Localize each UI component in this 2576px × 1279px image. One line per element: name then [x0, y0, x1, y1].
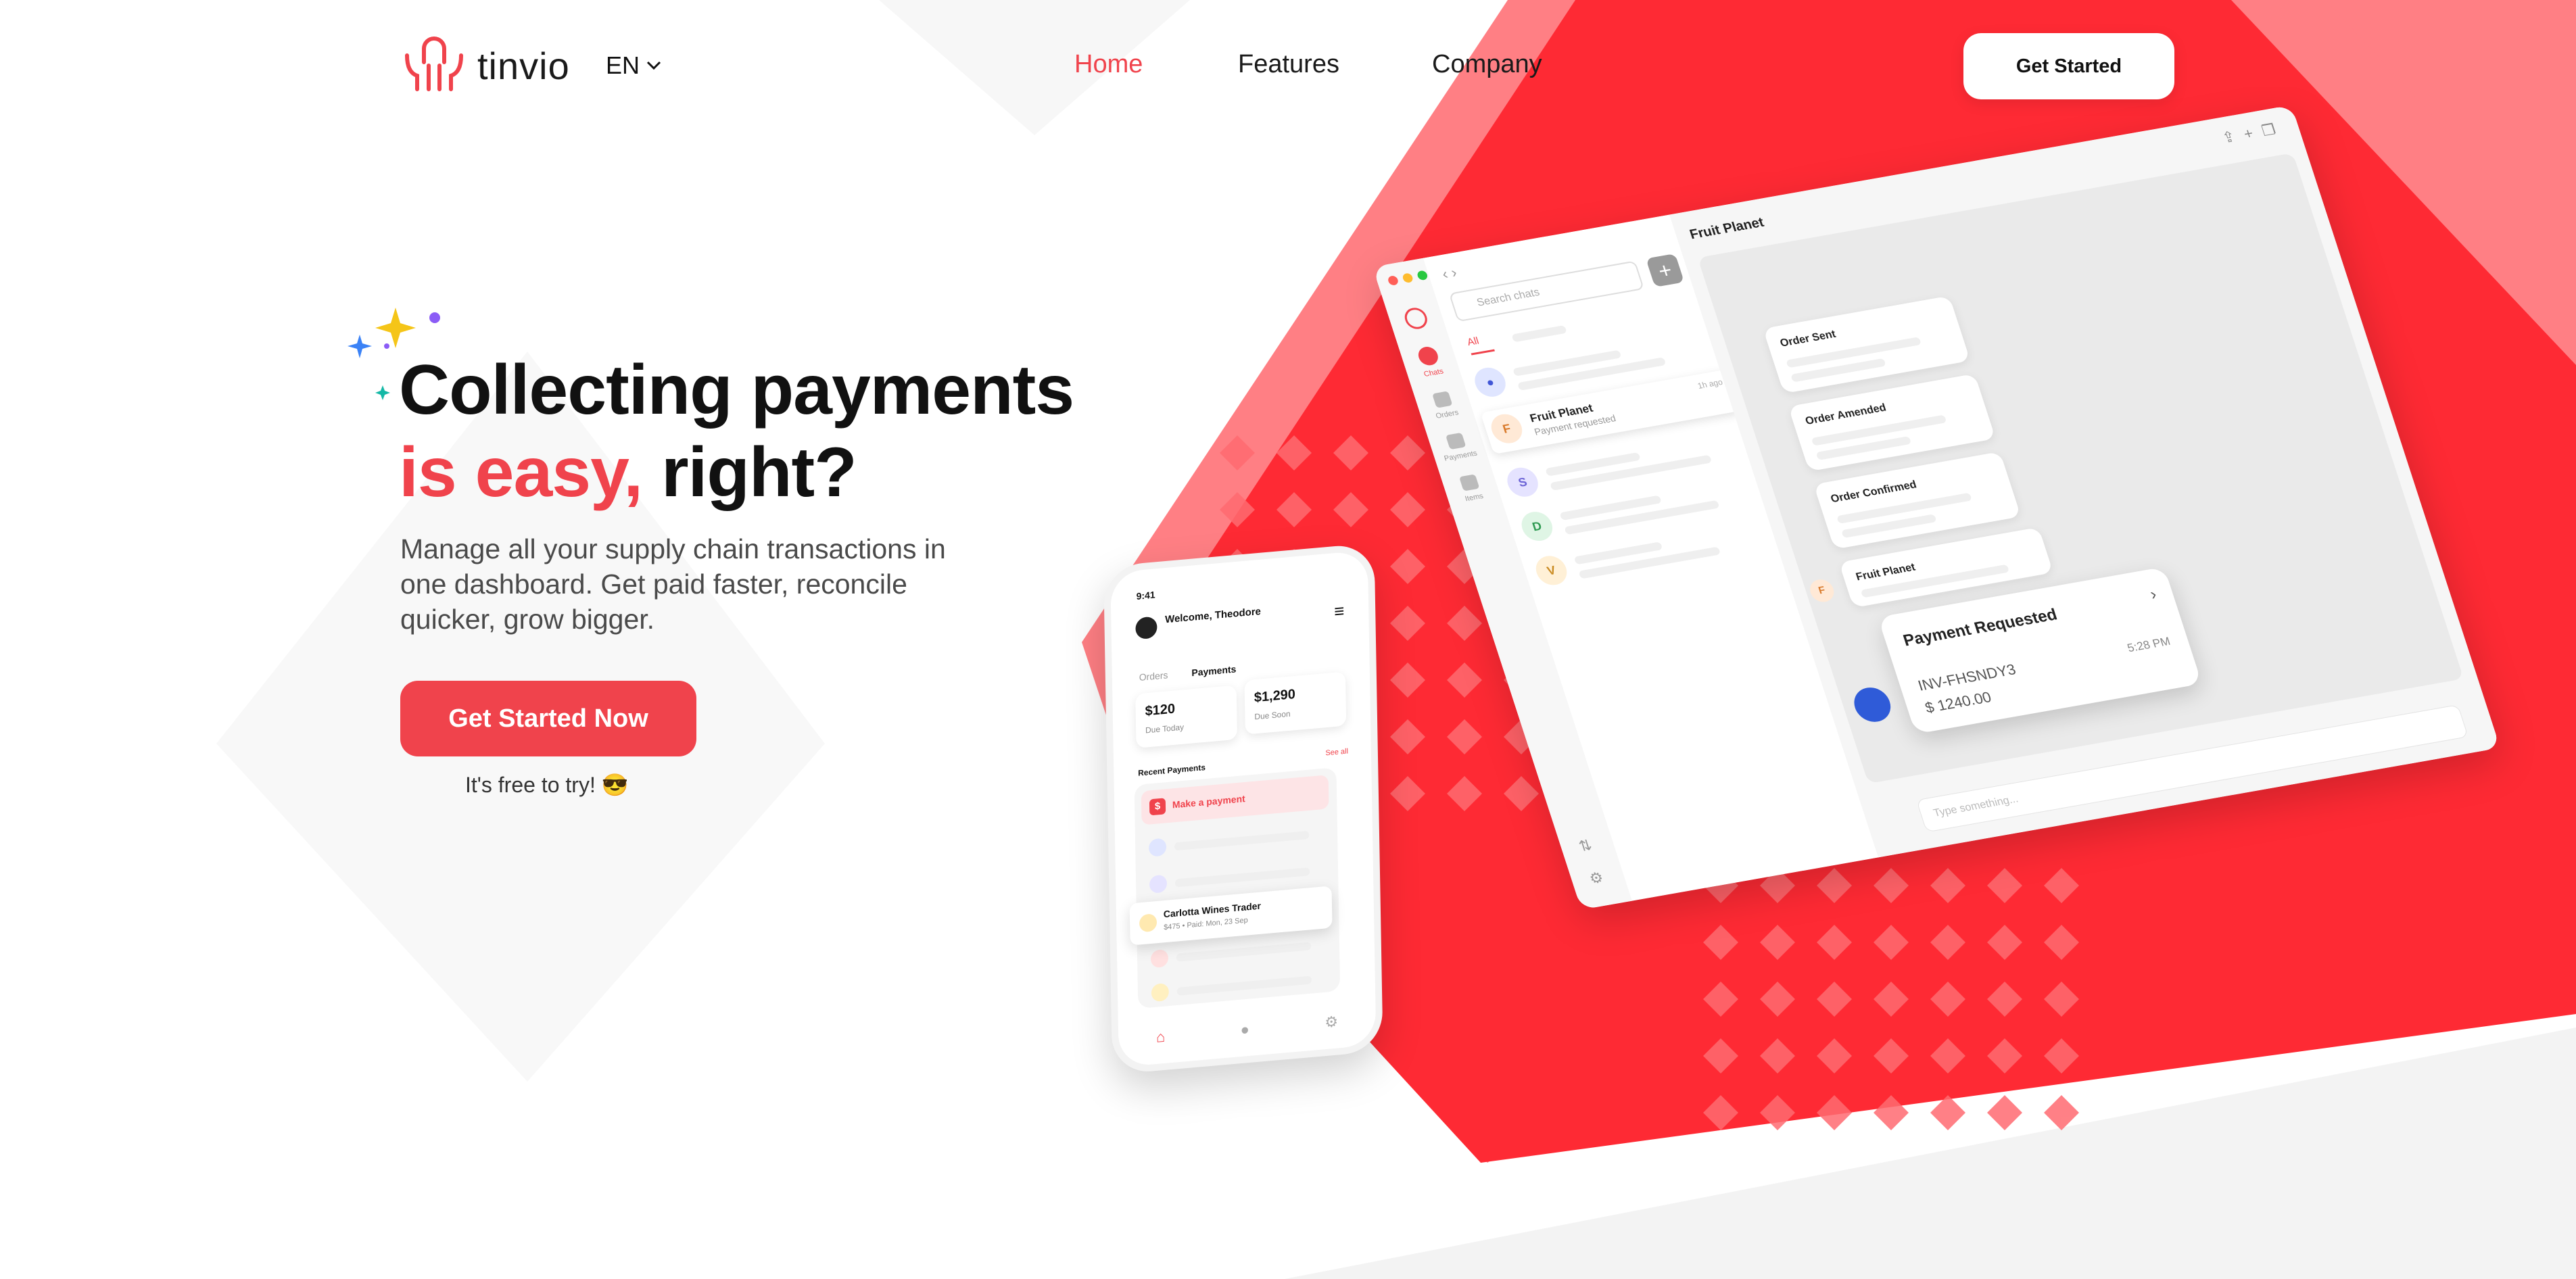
recent-payments-label: Recent Payments — [1138, 762, 1206, 778]
payment-card-title: Payment Requested — [1901, 605, 2059, 650]
gear-icon[interactable]: ⚙ — [1587, 869, 1608, 887]
tab-all[interactable]: All — [1465, 333, 1495, 356]
welcome-text: Welcome, Theodore — [1165, 605, 1262, 626]
chat-avatar: F — [1487, 412, 1527, 446]
filter-icon[interactable]: ⇅ — [1577, 836, 1598, 854]
tab-orders[interactable]: Orders — [1139, 669, 1168, 683]
chat-avatar: ● — [1471, 365, 1510, 400]
placeholder-bar — [1176, 975, 1312, 996]
app-logo-icon — [1402, 306, 1431, 331]
logo-text: tinvio — [477, 44, 570, 87]
payment-invoice: INV-FHSNDY3 — [1915, 660, 2018, 694]
nav-arrows-icon[interactable]: ‹ › — [1440, 264, 1460, 283]
close-dot — [1387, 275, 1400, 286]
minimize-dot — [1402, 272, 1414, 284]
sidebar-orders[interactable]: Orders — [1421, 406, 1474, 423]
due-today-card[interactable]: $120 Due Today — [1135, 685, 1238, 748]
hero-heading-line1: Collecting payments — [399, 351, 1074, 429]
get-started-button[interactable]: Get Started — [1963, 33, 2174, 99]
chat-avatar: D — [1517, 509, 1556, 544]
maximize-dot — [1416, 270, 1429, 281]
chat-icon[interactable]: ● — [1240, 1021, 1249, 1039]
conversation-title: Fruit Planet — [1688, 215, 1766, 243]
payment-amount: $ 1240.00 — [1923, 688, 1994, 717]
placeholder-bar — [1174, 830, 1310, 851]
get-started-now-button[interactable]: Get Started Now — [400, 681, 696, 756]
card-subtitle: Due Today — [1145, 722, 1185, 735]
list-item-avatar — [1148, 838, 1167, 857]
hero-heading-line2: is easy, right? — [399, 433, 857, 513]
list-item-avatar — [1150, 948, 1169, 969]
language-label: EN — [606, 51, 640, 79]
see-all-link[interactable]: See all — [1325, 747, 1348, 757]
placeholder-bar — [1511, 324, 1567, 343]
hero-heading-accent: is easy, — [399, 433, 643, 512]
hero-heading-rest: right? — [642, 433, 857, 512]
sidebar-items[interactable]: Items — [1448, 489, 1501, 506]
message-title: Fruit Planet — [1854, 561, 1917, 583]
nav-home[interactable]: Home — [1074, 50, 1143, 79]
orders-icon[interactable] — [1432, 391, 1453, 408]
placeholder-bar — [1174, 867, 1310, 888]
search-chats-input[interactable]: Search chats — [1448, 260, 1645, 322]
phone-app-mockup: 9:41 Welcome, Theodore ≡ Orders Payments… — [1103, 542, 1383, 1075]
list-item-avatar — [1139, 913, 1158, 933]
gear-icon[interactable]: ⚙ — [1325, 1013, 1338, 1032]
make-payment-label: Make a payment — [1172, 793, 1245, 811]
list-item-avatar — [1149, 874, 1168, 894]
card-subtitle: Due Soon — [1254, 708, 1291, 722]
nav-features[interactable]: Features — [1238, 50, 1339, 79]
payments-icon[interactable] — [1445, 432, 1466, 450]
home-icon[interactable]: ⌂ — [1156, 1028, 1166, 1046]
message-title: Order Confirmed — [1829, 479, 1918, 506]
chat-icon[interactable] — [1416, 345, 1441, 367]
card-value: $1,290 — [1254, 686, 1296, 706]
menu-icon[interactable]: ≡ — [1334, 600, 1345, 621]
chat-time: 1h ago — [1696, 377, 1724, 391]
avatar — [1135, 616, 1158, 640]
chat-avatar: S — [1503, 465, 1542, 500]
phone-time: 9:41 — [1136, 589, 1155, 602]
placeholder-bar — [1176, 942, 1312, 962]
card-value: $120 — [1145, 701, 1176, 719]
sidebar-chats[interactable]: Chats — [1407, 364, 1460, 381]
chevron-right-icon: › — [2147, 585, 2160, 604]
due-soon-card[interactable]: $1,290 Due Soon — [1244, 671, 1347, 735]
dollar-icon: $ — [1149, 798, 1166, 816]
new-chat-button[interactable]: + — [1646, 253, 1685, 287]
hero-description: Manage all your supply chain transaction… — [400, 533, 946, 635]
chat-avatar: V — [1532, 553, 1571, 587]
message-title: Order Amended — [1804, 402, 1888, 427]
list-item-avatar — [1151, 982, 1170, 1003]
free-note: It's free to try! 😎 — [465, 773, 629, 797]
payment-time: 5:28 PM — [2125, 634, 2172, 655]
items-icon[interactable] — [1458, 474, 1480, 491]
sidebar-payments[interactable]: Payments — [1434, 448, 1487, 464]
tab-payments[interactable]: Payments — [1191, 663, 1236, 678]
language-selector[interactable]: EN — [606, 51, 661, 80]
logo[interactable]: tinvio — [400, 35, 570, 96]
toolbar-icons[interactable]: ⇪+❐ — [2220, 119, 2287, 147]
window-controls — [1387, 270, 1429, 286]
make-payment-button[interactable]: $ Make a payment — [1141, 775, 1329, 825]
message-title: Order Sent — [1778, 328, 1838, 349]
chevron-down-icon — [646, 61, 661, 70]
octopus-logo-icon — [405, 37, 463, 91]
phone-bottom-nav: ⌂ ● ⚙ — [1118, 1009, 1376, 1049]
popup-subtitle: $475 • Paid: Mon, 23 Sep — [1164, 916, 1248, 932]
nav-company[interactable]: Company — [1432, 50, 1542, 79]
